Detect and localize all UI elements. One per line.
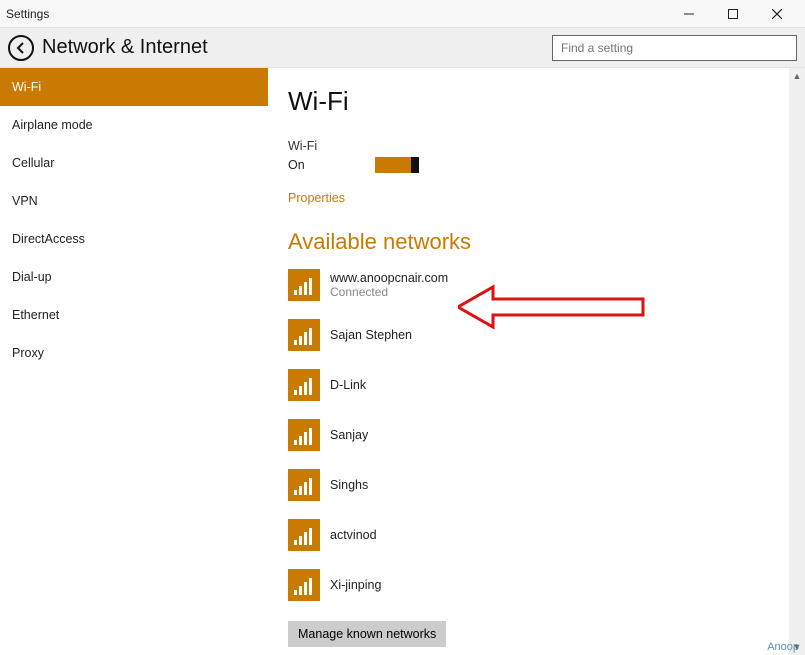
- wifi-signal-icon: [288, 369, 320, 401]
- watermark: Anoop: [767, 641, 799, 653]
- properties-link[interactable]: Properties: [288, 191, 345, 205]
- wifi-signal-icon: [288, 269, 320, 301]
- header: Network & Internet: [0, 28, 805, 68]
- network-name: Singhs: [330, 478, 368, 492]
- network-item[interactable]: D-Link: [288, 369, 785, 401]
- network-item[interactable]: Sajan Stephen: [288, 319, 785, 351]
- window-title: Settings: [6, 7, 667, 21]
- close-button[interactable]: [755, 0, 799, 28]
- wifi-label: Wi-Fi: [288, 139, 785, 153]
- network-item[interactable]: Sanjay: [288, 419, 785, 451]
- sidebar-item-directaccess[interactable]: DirectAccess: [0, 220, 268, 258]
- wifi-toggle[interactable]: [375, 157, 419, 173]
- sidebar-item-wifi[interactable]: Wi-Fi: [0, 68, 268, 106]
- sidebar-item-cellular[interactable]: Cellular: [0, 144, 268, 182]
- sidebar-item-airplane-mode[interactable]: Airplane mode: [0, 106, 268, 144]
- minimize-button[interactable]: [667, 0, 711, 28]
- sidebar-item-proxy[interactable]: Proxy: [0, 334, 268, 372]
- scroll-up-icon[interactable]: ▲: [789, 68, 805, 84]
- wifi-signal-icon: [288, 319, 320, 351]
- sidebar-item-vpn[interactable]: VPN: [0, 182, 268, 220]
- vertical-scrollbar[interactable]: ▲ ▼: [789, 68, 805, 655]
- network-name: Xi-jinping: [330, 578, 381, 592]
- network-item[interactable]: actvinod: [288, 519, 785, 551]
- network-name: www.anoopcnair.com: [330, 271, 448, 285]
- network-item[interactable]: www.anoopcnair.com Connected: [288, 269, 785, 301]
- page-title: Network & Internet: [42, 36, 552, 59]
- wifi-signal-icon: [288, 569, 320, 601]
- back-button[interactable]: [8, 35, 34, 61]
- network-name: Sanjay: [330, 428, 368, 442]
- sidebar-item-dialup[interactable]: Dial-up: [0, 258, 268, 296]
- main-heading: Wi-Fi: [288, 86, 785, 117]
- available-networks-heading: Available networks: [288, 229, 785, 255]
- network-status: Connected: [330, 285, 448, 299]
- network-item[interactable]: Xi-jinping: [288, 569, 785, 601]
- sidebar: Wi-Fi Airplane mode Cellular VPN DirectA…: [0, 68, 268, 655]
- main-content: Wi-Fi Wi-Fi On Properties Available netw…: [268, 68, 805, 655]
- titlebar: Settings: [0, 0, 805, 28]
- manage-known-networks-link[interactable]: Manage known networks: [288, 621, 446, 647]
- wifi-signal-icon: [288, 519, 320, 551]
- network-name: D-Link: [330, 378, 366, 392]
- wifi-signal-icon: [288, 419, 320, 451]
- wifi-state: On: [288, 158, 305, 172]
- wifi-signal-icon: [288, 469, 320, 501]
- maximize-button[interactable]: [711, 0, 755, 28]
- network-list: www.anoopcnair.com Connected Sajan Steph…: [288, 269, 785, 601]
- sidebar-item-ethernet[interactable]: Ethernet: [0, 296, 268, 334]
- search-input[interactable]: [552, 35, 797, 61]
- network-name: actvinod: [330, 528, 377, 542]
- network-item[interactable]: Singhs: [288, 469, 785, 501]
- network-name: Sajan Stephen: [330, 328, 412, 342]
